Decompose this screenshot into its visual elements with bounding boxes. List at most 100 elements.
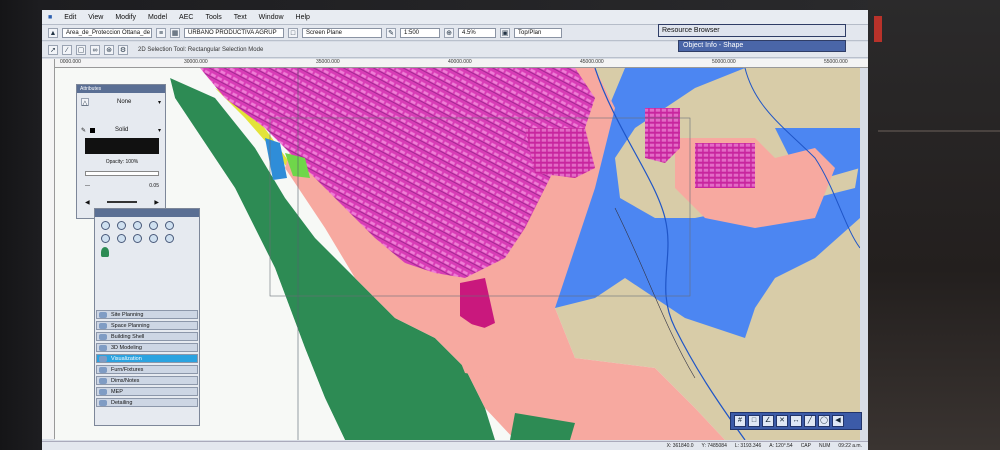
pencil-icon[interactable]: ✎ <box>386 27 396 38</box>
snap-tangent-icon[interactable]: ◯ <box>818 415 830 427</box>
object-info-title[interactable]: Object Info - Shape <box>678 40 846 52</box>
chevron-down-icon[interactable]: ▾ <box>158 99 161 106</box>
menu-edit[interactable]: Edit <box>58 14 82 21</box>
scale-combo[interactable]: 1:500 <box>400 27 440 38</box>
snap-object-icon[interactable]: □ <box>748 415 760 427</box>
view-combo[interactable]: Top/Plan <box>514 27 562 38</box>
snap-angle-icon[interactable]: ∠ <box>762 415 774 427</box>
nav-label: Building Shell <box>111 334 145 340</box>
snap-distance-icon[interactable]: ↔ <box>790 415 802 427</box>
lighting-tool-icon[interactable] <box>165 234 174 243</box>
plane-icon[interactable]: □ <box>288 27 298 38</box>
pen-icon[interactable]: ✎ <box>81 127 86 134</box>
status-x: X: 361840.0 <box>666 443 694 449</box>
menu-help[interactable]: Help <box>290 14 316 21</box>
mep-icon <box>99 389 107 395</box>
nav-mep[interactable]: MEP <box>96 387 198 396</box>
nav-site-planning[interactable]: Site Planning <box>96 310 198 319</box>
menu-modify[interactable]: Modify <box>109 14 142 21</box>
pen-color-swatch[interactable] <box>90 127 96 133</box>
status-l: L: 3193.346 <box>734 443 762 449</box>
menu-aec[interactable]: AEC <box>173 14 199 21</box>
layer-combo[interactable]: Area_de_Proteccion Ottana_de <box>62 27 152 38</box>
tree-icon[interactable] <box>101 247 109 257</box>
nav-dims-notes[interactable]: Dims/Notes <box>96 376 198 385</box>
nav-visualization[interactable]: Visualization <box>96 354 198 363</box>
render-tool-icon[interactable] <box>149 234 158 243</box>
snapping-palette: # □ ∠ ✕ ↔ ╱ ◯ ◀ <box>730 412 862 430</box>
pen-value[interactable]: Solid <box>115 127 128 133</box>
layer-options-icon[interactable]: ≡ <box>156 27 166 38</box>
snap-working-plane-icon[interactable]: ◀ <box>832 415 844 427</box>
detailing-icon <box>99 400 107 406</box>
arrow-right-icon[interactable]: ▶ <box>154 199 159 206</box>
snap-edge-icon[interactable]: ╱ <box>804 415 816 427</box>
lineweight-value[interactable]: 0.05 <box>149 183 159 189</box>
arrow-left-icon[interactable]: ◀ <box>85 199 90 206</box>
lasso-icon[interactable]: ∞ <box>90 44 100 55</box>
nav-space-planning[interactable]: Space Planning <box>96 321 198 330</box>
view-icon[interactable]: ▣ <box>500 27 510 38</box>
snap-intersection-icon[interactable]: ✕ <box>776 415 788 427</box>
ruler-label: 55000.000 <box>824 59 848 65</box>
space-planning-icon <box>99 323 107 329</box>
lineweight-row: — 0.05 <box>85 183 159 189</box>
furn-fixtures-icon <box>99 367 107 373</box>
plane-combo[interactable]: Screen Plane <box>302 27 382 38</box>
menu-model[interactable]: Model <box>142 14 173 21</box>
nav-3d-modeling[interactable]: 3D Modeling <box>96 343 198 352</box>
light-tool-icon[interactable] <box>117 234 126 243</box>
move-tool-icon[interactable] <box>117 221 126 230</box>
status-time: 09:22 a.m. <box>838 443 862 449</box>
camera-tool-icon[interactable] <box>101 234 110 243</box>
select-tool-icon[interactable]: ➚ <box>48 44 58 55</box>
reshape-tool-icon[interactable] <box>133 221 142 230</box>
rect-select-icon[interactable]: ▢ <box>76 44 86 55</box>
status-num: NUM <box>818 443 831 449</box>
zoom-combo[interactable]: 4.5% <box>458 27 496 38</box>
line-tool-icon[interactable]: ∕ <box>62 44 72 55</box>
nav-label: Dims/Notes <box>111 378 140 384</box>
menu-tools[interactable]: Tools <box>199 14 227 21</box>
menu-text[interactable]: Text <box>228 14 253 21</box>
nav-label: 3D Modeling <box>111 345 142 351</box>
ruler-label: 40000.000 <box>448 59 472 65</box>
nav-label: Detailing <box>111 400 133 406</box>
status-caps: CAP <box>800 443 811 449</box>
menu-view[interactable]: View <box>82 14 109 21</box>
zoom-icon[interactable]: ⊕ <box>444 27 454 38</box>
class-icon[interactable]: ▦ <box>170 27 180 38</box>
opacity-slider[interactable] <box>85 171 159 176</box>
mode-options-icon[interactable]: ⚙ <box>118 44 128 55</box>
lineweight-icon[interactable]: — <box>85 183 90 189</box>
arrowhead-line[interactable] <box>107 201 137 203</box>
2d-tool-icon[interactable] <box>101 221 110 230</box>
snap-grid-icon[interactable]: # <box>734 415 746 427</box>
nav-furn-fixtures[interactable]: Furn/Fixtures <box>96 365 198 374</box>
chevron-down-icon[interactable]: ▾ <box>158 127 161 134</box>
fill-icon[interactable]: △ <box>81 98 89 107</box>
nav-building-shell[interactable]: Building Shell <box>96 332 198 341</box>
arrowhead-row: ◀ ▶ <box>85 197 159 207</box>
snap-icon[interactable]: ⊛ <box>104 44 114 55</box>
navigation-icon[interactable]: ▲ <box>48 27 58 38</box>
nav-label: Furn/Fixtures <box>111 367 144 373</box>
ruler-label: 50000.000 <box>712 59 736 65</box>
attributes-palette: Attributes △ None ▾ ✎ Solid ▾ Opacity: 1… <box>76 84 166 219</box>
eye-tool-icon[interactable] <box>149 221 158 230</box>
fill-value[interactable]: None <box>117 99 131 105</box>
resource-browser-title[interactable]: Resource Browser <box>658 24 846 37</box>
flyover-tool-icon[interactable] <box>165 221 174 230</box>
attributes-title[interactable]: Attributes <box>77 85 165 93</box>
vertical-ruler <box>42 59 55 439</box>
walkthrough-tool-icon[interactable] <box>133 234 142 243</box>
app-icon[interactable]: ■ <box>42 14 58 21</box>
nav-label: Space Planning <box>111 323 150 329</box>
menu-window[interactable]: Window <box>253 14 290 21</box>
wall-tag <box>874 16 882 42</box>
class-combo[interactable]: URBANO PRODUCTIVA AGRUP <box>184 27 284 38</box>
tool-palette-title-bar[interactable] <box>95 209 199 217</box>
monitor-screen: ■ Edit View Modify Model AEC Tools Text … <box>42 10 868 450</box>
status-bar: X: 361840.0 Y: 7485084 L: 3193.346 A: 12… <box>42 441 868 450</box>
nav-detailing[interactable]: Detailing <box>96 398 198 407</box>
